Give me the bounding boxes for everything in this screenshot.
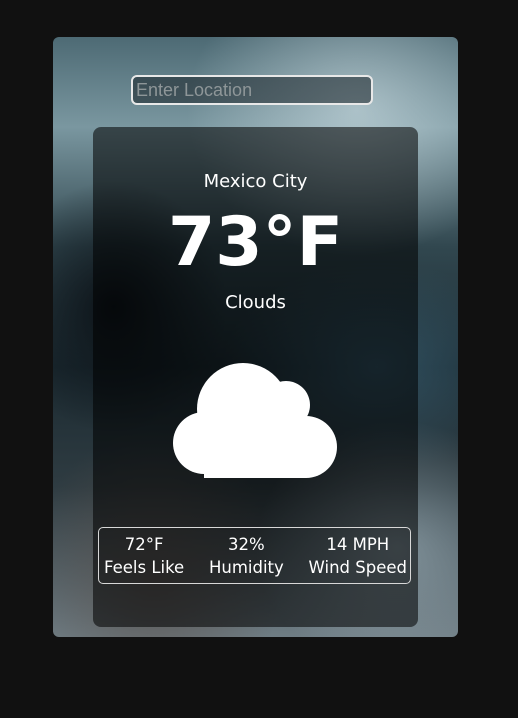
temperature-value: 73°F <box>167 203 344 282</box>
humidity-label: Humidity <box>208 557 284 577</box>
feels-like-label: Feels Like <box>104 557 185 577</box>
feels-like-stat: 72°F Feels Like <box>104 533 184 579</box>
humidity-stat: 32% Humidity <box>209 533 284 579</box>
weather-condition: Clouds <box>225 292 286 313</box>
humidity-value: 32% <box>228 534 265 554</box>
wind-speed-value: 14 MPH <box>326 534 390 554</box>
weather-panel: Mexico City 73°F Clouds 72°F Feels Like … <box>93 127 418 627</box>
feels-like-value: 72°F <box>124 534 164 554</box>
weather-app-card: Mexico City 73°F Clouds 72°F Feels Like … <box>53 37 458 637</box>
weather-stats: 72°F Feels Like 32% Humidity 14 MPH Wind… <box>98 527 411 584</box>
wind-speed-label: Wind Speed <box>308 557 407 577</box>
location-search-input[interactable] <box>131 75 373 105</box>
city-name: Mexico City <box>203 171 308 192</box>
wind-speed-stat: 14 MPH Wind Speed <box>309 533 407 579</box>
cloud-icon <box>173 363 337 478</box>
